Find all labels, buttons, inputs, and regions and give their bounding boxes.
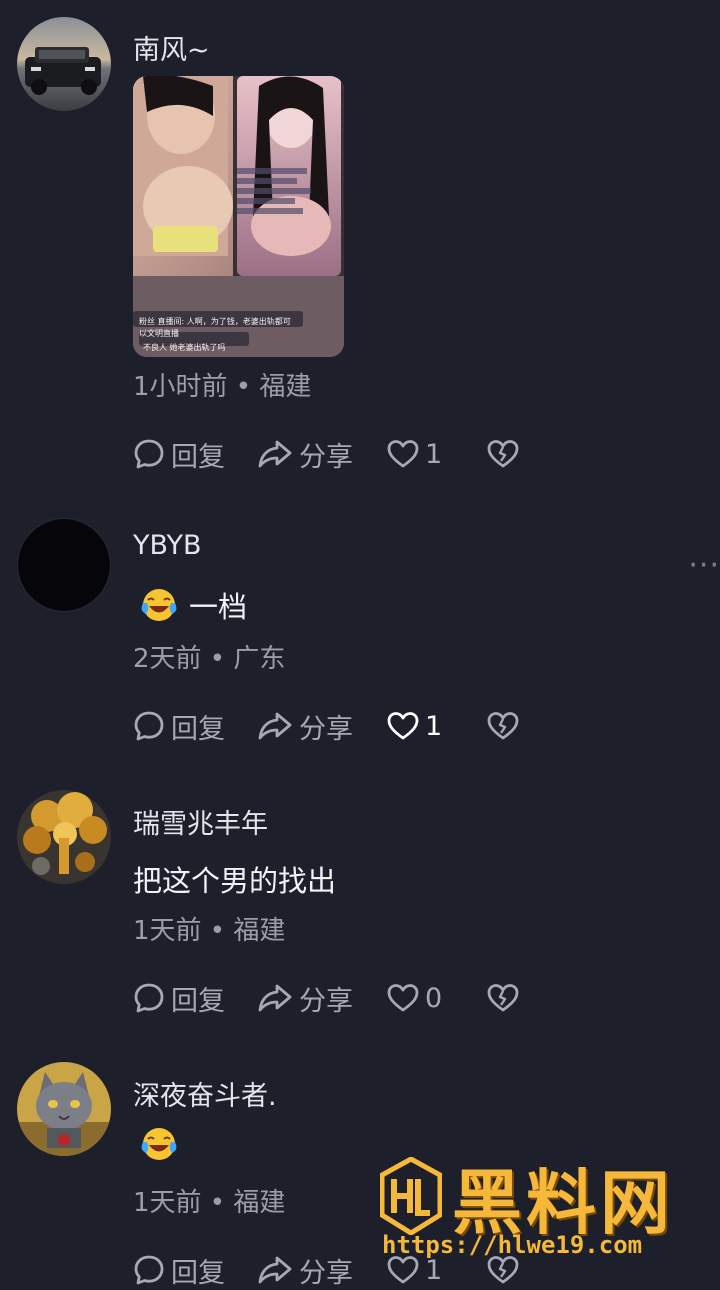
username[interactable]: 南风~ bbox=[133, 28, 210, 67]
image-chat-line: 不良人 她老婆出轨了吗 bbox=[143, 343, 226, 352]
reply-button[interactable]: 回复 bbox=[133, 434, 257, 474]
comment-bubble-icon bbox=[134, 1255, 164, 1285]
avatar[interactable] bbox=[17, 790, 111, 884]
like-count: 1 bbox=[425, 710, 443, 742]
laugh-cry-emoji-icon bbox=[141, 1128, 177, 1160]
reply-label: 回复 bbox=[171, 441, 225, 473]
share-arrow-icon bbox=[258, 1256, 292, 1284]
dislike-button[interactable] bbox=[487, 978, 519, 1018]
share-arrow-icon bbox=[258, 984, 292, 1012]
avatar[interactable] bbox=[17, 1062, 111, 1156]
heart-icon bbox=[387, 984, 419, 1012]
watermark: 黑料网 https://hlwe19.com bbox=[380, 1153, 710, 1268]
comment-text bbox=[133, 1126, 189, 1162]
comment-bubble-icon bbox=[134, 983, 164, 1013]
share-button[interactable]: 分享 bbox=[257, 1250, 387, 1290]
avatar-golden-tree-image bbox=[17, 790, 111, 884]
avatar-cat-image bbox=[17, 1062, 111, 1156]
more-options-button[interactable]: ··· bbox=[688, 548, 720, 583]
share-arrow-icon bbox=[258, 440, 292, 468]
username[interactable]: 瑞雪兆丰年 bbox=[133, 802, 268, 841]
reply-label: 回复 bbox=[171, 713, 225, 745]
like-count: 0 bbox=[425, 982, 443, 1014]
like-button[interactable]: 1 bbox=[387, 706, 487, 746]
like-button[interactable]: 0 bbox=[387, 978, 487, 1018]
comment-text: 一档 bbox=[133, 584, 247, 626]
image-chat-line: 以文明直播 bbox=[139, 329, 179, 338]
comment-bubble-icon bbox=[134, 711, 164, 741]
reply-button[interactable]: 回复 bbox=[133, 706, 257, 746]
share-button[interactable]: 分享 bbox=[257, 434, 387, 474]
comment-meta: 2天前 • 广东 bbox=[133, 644, 286, 674]
heart-icon bbox=[387, 712, 419, 740]
dislike-button[interactable] bbox=[487, 434, 519, 474]
image-chat-line: 粉丝 直播间: 人啊，为了钱，老婆出轨都可 bbox=[139, 317, 291, 326]
share-button[interactable]: 分享 bbox=[257, 706, 387, 746]
comment-actions: 回复 分享 1 bbox=[133, 434, 519, 474]
broken-heart-icon bbox=[487, 440, 519, 468]
share-label: 分享 bbox=[299, 441, 353, 473]
watermark-logo-icon bbox=[380, 1157, 442, 1235]
like-count: 1 bbox=[425, 438, 443, 470]
reply-button[interactable]: 回复 bbox=[133, 978, 257, 1018]
comment-text: 把这个男的找出 bbox=[133, 864, 337, 898]
share-arrow-icon bbox=[258, 712, 292, 740]
livestream-screenshot-image bbox=[133, 76, 344, 357]
comment-bubble-icon bbox=[134, 439, 164, 469]
comment-image[interactable]: 粉丝 直播间: 人啊，为了钱，老婆出轨都可 以文明直播 不良人 她老婆出轨了吗 bbox=[133, 76, 344, 357]
avatar[interactable] bbox=[17, 17, 111, 111]
share-label: 分享 bbox=[299, 713, 353, 745]
avatar-car-image bbox=[17, 17, 111, 111]
comment-actions: 回复 分享 1 bbox=[133, 706, 519, 746]
reply-label: 回复 bbox=[171, 985, 225, 1017]
share-label: 分享 bbox=[299, 985, 353, 1017]
username[interactable]: YBYB bbox=[133, 530, 202, 561]
share-label: 分享 bbox=[299, 1257, 353, 1289]
comment-actions: 回复 分享 0 bbox=[133, 978, 519, 1018]
comment-meta: 1天前 • 福建 bbox=[133, 916, 286, 946]
dislike-button[interactable] bbox=[487, 706, 519, 746]
comment-meta: 1小时前 • 福建 bbox=[133, 372, 312, 402]
heart-icon bbox=[387, 440, 419, 468]
share-button[interactable]: 分享 bbox=[257, 978, 387, 1018]
avatar[interactable] bbox=[17, 518, 111, 612]
reply-button[interactable]: 回复 bbox=[133, 1250, 257, 1290]
comment-meta: 1天前 • 福建 bbox=[133, 1188, 286, 1218]
watermark-url: https://hlwe19.com bbox=[382, 1231, 643, 1259]
broken-heart-icon bbox=[487, 984, 519, 1012]
username[interactable]: 深夜奋斗者. bbox=[133, 1074, 277, 1113]
reply-label: 回复 bbox=[171, 1257, 225, 1289]
like-button[interactable]: 1 bbox=[387, 434, 487, 474]
laugh-cry-emoji-icon bbox=[141, 589, 177, 621]
broken-heart-icon bbox=[487, 712, 519, 740]
comment-text-content: 一档 bbox=[189, 590, 248, 624]
